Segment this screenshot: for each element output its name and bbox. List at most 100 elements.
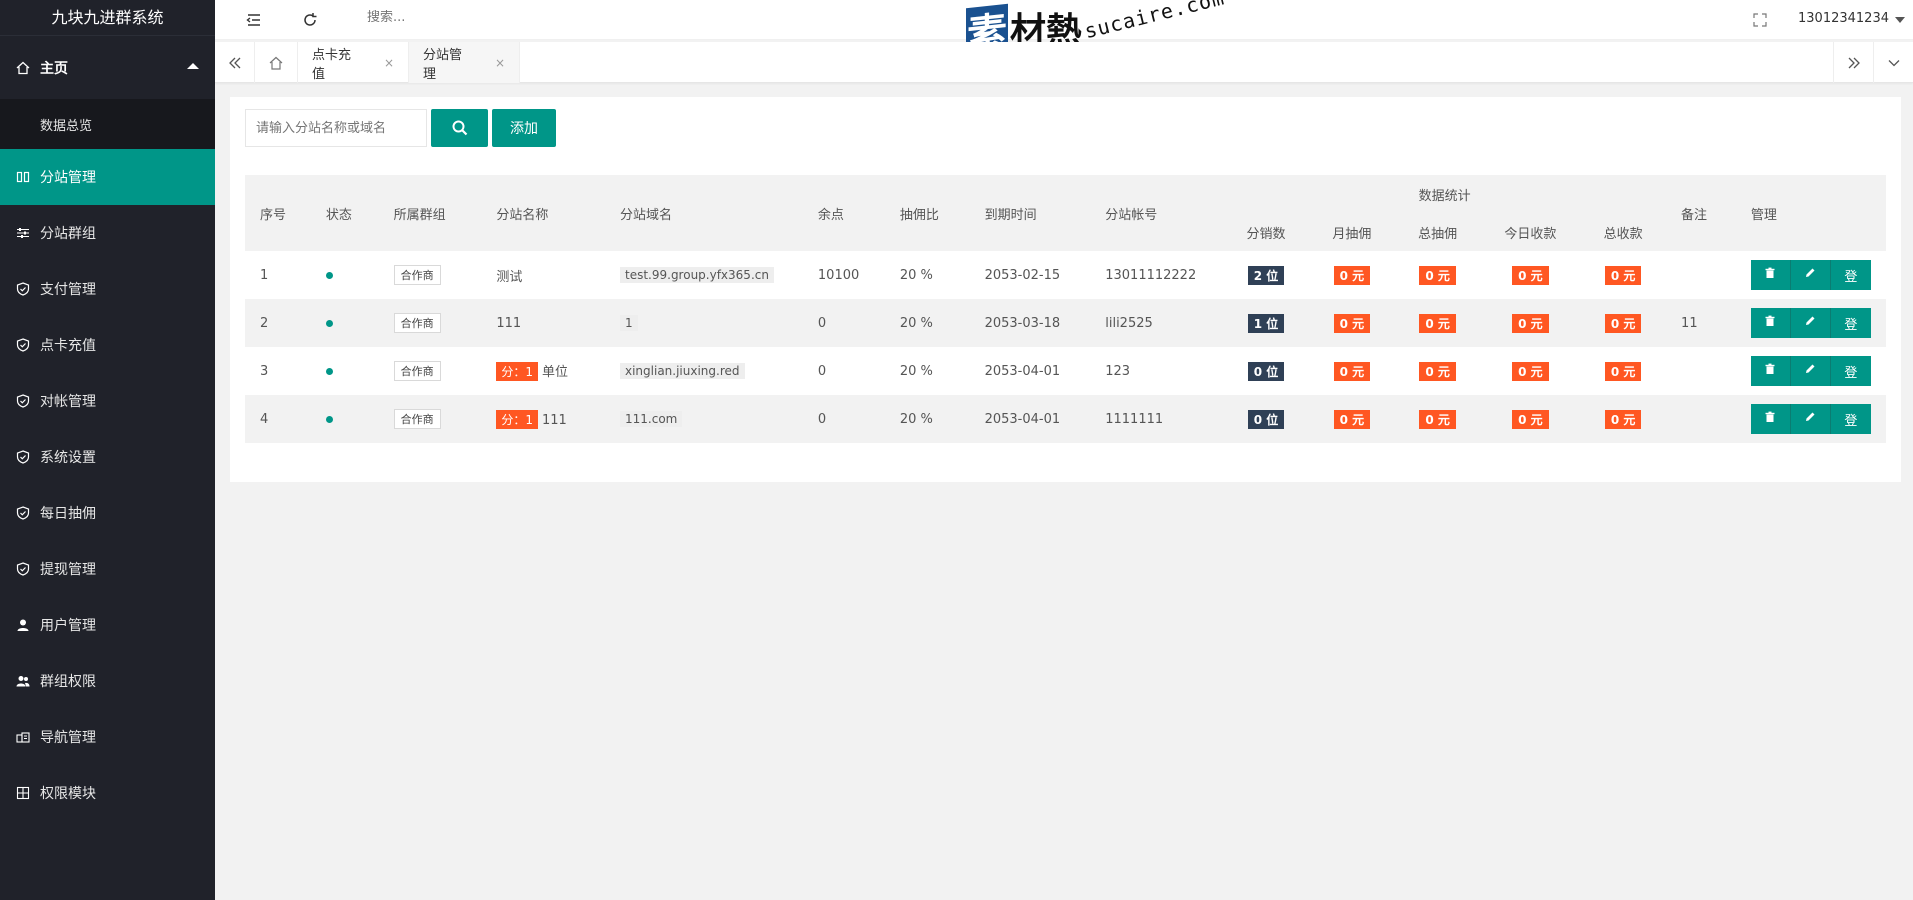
sidebar-item-11[interactable]: 导航管理	[0, 709, 215, 765]
search-button[interactable]	[431, 109, 488, 147]
cell-expire: 2053-03-18	[969, 299, 1091, 347]
header-search-input[interactable]	[367, 10, 527, 25]
tab-scroll-right-button[interactable]	[1833, 42, 1873, 83]
delete-button[interactable]	[1750, 404, 1791, 434]
login-button[interactable]: 登	[1830, 308, 1871, 338]
today-income-badge: 0 元	[1512, 409, 1549, 429]
user-icon	[16, 618, 40, 632]
sidebar-item-label: 导航管理	[40, 730, 96, 746]
cell-ratio: 20 %	[884, 347, 970, 395]
domain-tag: xinglian.jiuxing.red	[620, 363, 745, 379]
substation-search-input[interactable]	[245, 109, 427, 147]
shield-check-icon	[16, 506, 40, 520]
cell-balance: 0	[802, 347, 885, 395]
col-remark: 备注	[1666, 175, 1736, 251]
add-button[interactable]: 添加	[492, 109, 556, 147]
substation-name: 单位	[542, 365, 569, 380]
col-index: 序号	[245, 175, 311, 251]
edit-button[interactable]	[1790, 356, 1831, 386]
cell-remark: 11	[1666, 299, 1736, 347]
cell-group: 合作商	[378, 251, 482, 299]
dist-count-badge: 0 位	[1247, 361, 1285, 381]
content-card: 添加 序号 状态 所属群组 分站名称 分站域名 余点 抽佣比 到期时间 分站帐号…	[230, 97, 1901, 482]
edit-button[interactable]	[1790, 404, 1831, 434]
group-tag: 合作商	[393, 409, 441, 429]
home-icon	[16, 61, 40, 75]
sidebar-subitem-overview[interactable]: 数据总览	[0, 99, 215, 149]
edit-button[interactable]	[1790, 308, 1831, 338]
cell-status	[310, 347, 379, 395]
cell-group: 合作商	[378, 299, 482, 347]
sidebar-item-10[interactable]: 群组权限	[0, 653, 215, 709]
sidebar-item-7[interactable]: 每日抽佣	[0, 485, 215, 541]
users-icon	[16, 674, 40, 688]
col-dist-count: 分销数	[1223, 213, 1309, 251]
sidebar-item-home[interactable]: 主页	[0, 36, 215, 99]
edit-button[interactable]	[1790, 260, 1831, 290]
month-comm-badge: 0 元	[1333, 409, 1371, 429]
cell-group: 合作商	[378, 395, 482, 443]
status-dot-icon	[325, 367, 333, 375]
login-button[interactable]: 登	[1830, 404, 1871, 434]
total-income-badge: 0 元	[1604, 265, 1642, 285]
group-tag: 合作商	[393, 313, 441, 333]
cell-dist-count: 2 位	[1223, 251, 1309, 299]
tab-card-recharge[interactable]: 点卡充值 ×	[298, 42, 409, 83]
double-chevron-left-icon	[228, 57, 240, 68]
col-today-income: 今日收款	[1480, 213, 1581, 251]
group-tag: 合作商	[393, 361, 441, 381]
user-menu[interactable]: 13012341234	[1798, 11, 1889, 26]
caret-up-icon	[187, 63, 199, 69]
tab-substation-manage[interactable]: 分站管理 ×	[409, 42, 520, 83]
tab-scroll-left-button[interactable]	[215, 42, 255, 83]
sidebar-item-6[interactable]: 系统设置	[0, 429, 215, 485]
sidebar-item-2[interactable]: 分站群组	[0, 205, 215, 261]
cell-status	[310, 395, 379, 443]
login-button[interactable]: 登	[1830, 356, 1871, 386]
cell-index: 1	[245, 251, 311, 299]
sidebar-item-3[interactable]: 支付管理	[0, 261, 215, 317]
tab-more-button[interactable]	[1873, 42, 1913, 83]
cell-month-comm: 0 元	[1308, 395, 1395, 443]
shield-check-icon	[16, 394, 40, 408]
menu-fold-icon[interactable]	[245, 11, 263, 29]
cell-balance: 0	[802, 395, 885, 443]
sidebar-item-label: 数据总览	[40, 118, 93, 134]
col-domain: 分站域名	[605, 175, 803, 251]
shield-check-icon	[16, 282, 40, 296]
cell-manage: 登	[1735, 251, 1886, 299]
delete-button[interactable]	[1750, 356, 1791, 386]
cell-index: 3	[245, 347, 311, 395]
cell-domain: 1	[605, 299, 803, 347]
refresh-icon[interactable]	[301, 11, 319, 29]
cell-ratio: 20 %	[884, 395, 970, 443]
cell-total-comm: 0 元	[1394, 251, 1481, 299]
total-income-badge: 0 元	[1604, 313, 1642, 333]
close-icon[interactable]: ×	[384, 56, 394, 70]
sidebar-item-5[interactable]: 对帐管理	[0, 373, 215, 429]
cell-today-income: 0 元	[1480, 299, 1581, 347]
pencil-icon	[1804, 315, 1816, 331]
group-tag: 合作商	[393, 265, 441, 285]
fullscreen-icon[interactable]	[1751, 11, 1769, 29]
sidebar-item-label: 群组权限	[40, 674, 96, 690]
substation-table: 序号 状态 所属群组 分站名称 分站域名 余点 抽佣比 到期时间 分站帐号 数据…	[245, 175, 1886, 443]
cell-expire: 2053-02-15	[969, 251, 1091, 299]
col-account: 分站帐号	[1090, 175, 1224, 251]
sidebar-item-9[interactable]: 用户管理	[0, 597, 215, 653]
sidebar-item-label: 每日抽佣	[40, 506, 96, 522]
close-icon[interactable]: ×	[495, 56, 505, 70]
tab-home[interactable]	[255, 42, 298, 83]
tab-label: 点卡充值	[312, 47, 352, 82]
sidebar-item-12[interactable]: 权限模块	[0, 765, 215, 821]
delete-button[interactable]	[1750, 260, 1791, 290]
fen-badge: 分：1	[496, 409, 538, 429]
delete-button[interactable]	[1750, 308, 1791, 338]
chevron-down-icon	[1888, 59, 1899, 66]
col-group: 所属群组	[378, 175, 482, 251]
sidebar-item-1[interactable]: 分站管理	[0, 149, 215, 205]
login-button[interactable]: 登	[1830, 260, 1871, 290]
sidebar-item-8[interactable]: 提现管理	[0, 541, 215, 597]
sidebar-item-4[interactable]: 点卡充值	[0, 317, 215, 373]
sidebar-item-label: 支付管理	[40, 282, 96, 298]
